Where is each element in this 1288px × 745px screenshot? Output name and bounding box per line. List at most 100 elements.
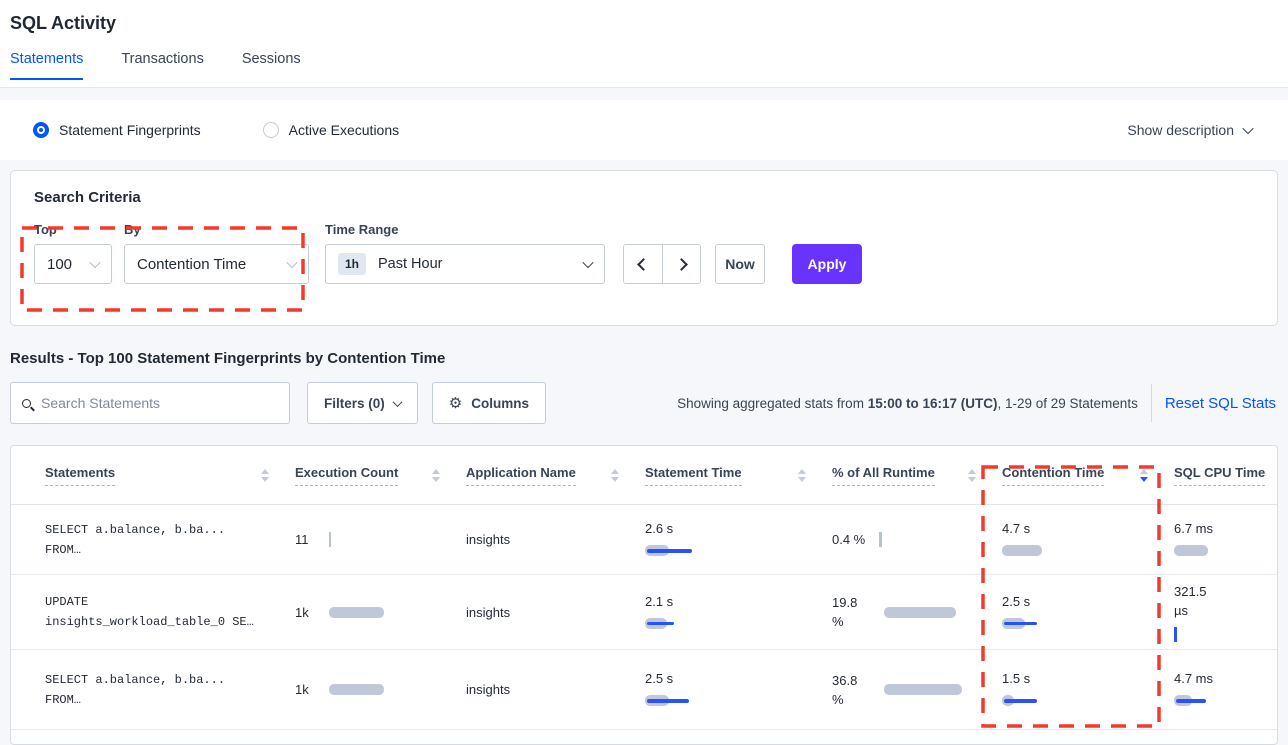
search-criteria-controls: Top 100 By Contention Time Time Range 1h… (11, 222, 1277, 284)
sql-cpu-time-cell: 6.7 ms (1174, 521, 1278, 558)
column-header-application-name[interactable]: Application Name (466, 465, 645, 486)
column-header-sql-cpu-time[interactable]: SQL CPU Time (1174, 465, 1278, 486)
by-group: By Contention Time (124, 222, 309, 284)
radio-label: Statement Fingerprints (59, 122, 201, 138)
filters-label: Filters (0) (324, 396, 385, 411)
reset-sql-stats-link[interactable]: Reset SQL Stats (1165, 395, 1278, 412)
contention-time-cell: 1.5 s (1002, 671, 1174, 708)
by-label: By (124, 222, 309, 237)
columns-label: Columns (471, 396, 529, 411)
column-header-pct-runtime[interactable]: % of All Runtime (832, 465, 1002, 486)
time-range-value: Past Hour (378, 256, 442, 272)
pct-runtime-cell: 36.8 % (832, 671, 1002, 709)
pct-runtime-bar (879, 532, 959, 547)
time-range-badge: 1h (338, 253, 366, 275)
sql-cpu-time-cell: 4.7 ms (1174, 671, 1278, 708)
table-row[interactable]: SELECT a.balance, b.ba... FROM… 1k insig… (11, 650, 1277, 730)
time-range-select[interactable]: 1h Past Hour (325, 244, 605, 284)
table-row[interactable]: UPDATE insights_workload_table_0 SE… 1k … (11, 575, 1277, 650)
by-select[interactable]: Contention Time (124, 244, 309, 284)
top-select[interactable]: 100 (34, 244, 112, 284)
gear-icon: ⚙ (449, 396, 462, 411)
pct-runtime-cell: 19.8 % (832, 593, 1002, 631)
results-toolbar: Filters (0) ⚙ Columns Showing aggregated… (10, 382, 1278, 424)
statement-time-cell: 2.5 s (645, 671, 832, 708)
table-header-row: Statements Execution Count Application N… (11, 446, 1277, 505)
contention-time-cell: 2.5 s (1002, 594, 1174, 631)
statement-time-bar (645, 693, 731, 708)
page-title: SQL Activity (0, 0, 1288, 34)
time-step-buttons (623, 244, 701, 284)
statement-time-bar (645, 616, 731, 631)
statement-link[interactable]: UPDATE insights_workload_table_0 SE… (45, 592, 295, 632)
pct-runtime-bar (884, 682, 964, 697)
statement-link[interactable]: SELECT a.balance, b.ba... FROM… (45, 670, 295, 710)
now-button[interactable]: Now (715, 244, 765, 284)
sort-icon[interactable] (798, 469, 806, 482)
apply-button[interactable]: Apply (792, 244, 862, 284)
column-header-statements[interactable]: Statements (45, 465, 295, 486)
results-heading: Results - Top 100 Statement Fingerprints… (10, 350, 1288, 367)
radio-statement-fingerprints[interactable]: Statement Fingerprints (33, 122, 201, 138)
sort-icon[interactable] (432, 469, 440, 482)
search-statements-input[interactable] (41, 395, 278, 411)
statement-time-cell: 2.1 s (645, 594, 832, 631)
radio-active-executions[interactable]: Active Executions (263, 122, 400, 138)
search-statements-box[interactable] (10, 382, 290, 424)
radio-unselected-icon[interactable] (263, 122, 279, 138)
chevron-down-icon (1242, 123, 1253, 134)
contention-time-bar (1002, 616, 1088, 631)
radio-label: Active Executions (289, 122, 400, 138)
execution-count-cell: 11 (295, 532, 466, 547)
aggregated-stats-text: Showing aggregated stats from 15:00 to 1… (677, 396, 1138, 411)
application-name-cell: insights (466, 605, 645, 620)
search-criteria-heading: Search Criteria (11, 171, 1277, 206)
search-criteria-card: Search Criteria Top 100 By Contention Ti… (10, 170, 1278, 326)
chevron-down-icon (89, 257, 100, 268)
application-name-cell: insights (466, 682, 645, 697)
pct-runtime-bar (884, 605, 964, 620)
column-header-statement-time[interactable]: Statement Time (645, 465, 832, 486)
contention-time-bar (1002, 693, 1088, 708)
sql-cpu-time-bar (1174, 693, 1260, 708)
chevron-down-icon (286, 257, 297, 268)
execution-count-bar (329, 682, 409, 697)
by-select-value: Contention Time (137, 256, 246, 273)
radio-selected-icon[interactable] (33, 122, 49, 138)
time-prev-button[interactable] (624, 245, 662, 283)
statements-table: Statements Execution Count Application N… (10, 445, 1278, 745)
column-header-contention-time[interactable]: Contention Time (1002, 465, 1174, 486)
execution-count-cell: 1k (295, 605, 466, 620)
time-range-group: Time Range 1h Past Hour (325, 222, 605, 284)
tab-sessions[interactable]: Sessions (242, 51, 301, 80)
tab-bar: Statements Transactions Sessions (0, 51, 1288, 80)
statement-time-cell: 2.6 s (645, 521, 832, 558)
statement-link[interactable]: SELECT a.balance, b.ba... FROM… (45, 520, 295, 560)
sort-icon-active-desc[interactable] (1140, 469, 1148, 482)
sort-icon[interactable] (968, 469, 976, 482)
tab-statements[interactable]: Statements (10, 51, 83, 80)
view-toggle-band: Statement Fingerprints Active Executions… (0, 100, 1288, 160)
filters-button[interactable]: Filters (0) (307, 382, 418, 424)
top-label: Top (34, 222, 112, 237)
table-row[interactable]: SELECT a.balance, b.ba... FROM… 11 insig… (11, 505, 1277, 575)
contention-time-bar (1002, 543, 1088, 558)
pct-runtime-cell: 0.4 % (832, 532, 1002, 547)
contention-time-cell: 4.7 s (1002, 521, 1174, 558)
sql-cpu-time-cell: 321.5 µs (1174, 582, 1278, 642)
sql-cpu-time-bar (1174, 627, 1260, 642)
tab-transactions[interactable]: Transactions (121, 51, 203, 80)
chevron-down-icon (582, 257, 593, 268)
sort-icon[interactable] (261, 469, 269, 482)
chevron-down-icon (392, 397, 402, 407)
columns-button[interactable]: ⚙ Columns (432, 382, 546, 424)
application-name-cell: insights (466, 532, 645, 547)
sql-cpu-time-bar (1174, 543, 1260, 558)
column-header-execution-count[interactable]: Execution Count (295, 465, 466, 486)
show-description-toggle[interactable]: Show description (1127, 122, 1252, 138)
sort-icon[interactable] (611, 469, 619, 482)
execution-count-bar (329, 605, 409, 620)
time-next-button[interactable] (662, 245, 700, 283)
execution-count-bar (329, 532, 409, 547)
execution-count-cell: 1k (295, 682, 466, 697)
